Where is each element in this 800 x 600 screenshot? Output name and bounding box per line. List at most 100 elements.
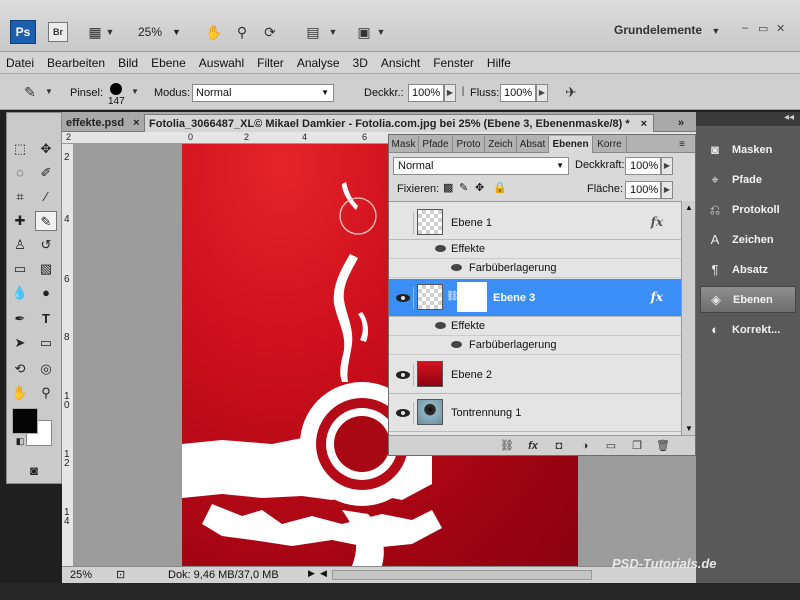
3d-rotate-tool-icon[interactable]: ⟲ bbox=[9, 359, 31, 379]
gradient-tool-icon[interactable]: ▧ bbox=[35, 259, 57, 279]
brush-tool-icon[interactable]: ✎ bbox=[35, 211, 57, 231]
link-layers-icon[interactable]: ⛓ bbox=[499, 439, 515, 453]
lock-transparency-icon[interactable]: ▩ bbox=[443, 181, 453, 194]
zoom-level-dropdown[interactable]: 25% ▼ bbox=[128, 22, 184, 42]
eye-icon[interactable] bbox=[435, 245, 446, 252]
delete-layer-icon[interactable]: 🗑 bbox=[655, 439, 671, 453]
chevron-down-icon[interactable]: ▼ bbox=[376, 22, 386, 42]
eraser-tool-icon[interactable]: ▭ bbox=[9, 259, 31, 279]
minimize-button[interactable]: – bbox=[742, 22, 748, 34]
visibility-toggle[interactable] bbox=[392, 402, 414, 424]
airbrush-icon[interactable]: ✈ bbox=[560, 82, 582, 102]
type-tool-icon[interactable]: T bbox=[35, 309, 57, 329]
tab-adjustments[interactable]: Korre bbox=[593, 136, 627, 153]
lock-pixels-icon[interactable]: ✎ bbox=[459, 181, 468, 194]
opacity-field[interactable]: 100% bbox=[408, 84, 444, 102]
visibility-toggle[interactable] bbox=[392, 212, 414, 234]
path-selection-tool-icon[interactable]: ➤ bbox=[9, 333, 31, 353]
pen-tool-icon[interactable]: ✒ bbox=[9, 309, 31, 329]
fx-icon[interactable]: fx bbox=[651, 215, 663, 229]
collapse-dock-icon[interactable]: ◂◂ bbox=[696, 112, 800, 126]
blend-mode-dropdown[interactable]: Normal ▼ bbox=[393, 157, 569, 175]
chevron-down-icon[interactable]: ▼ bbox=[104, 22, 116, 42]
effects-row[interactable]: Effekte bbox=[389, 240, 681, 259]
tab-history[interactable]: Proto bbox=[453, 136, 485, 153]
scroll-left-icon[interactable]: ◀ bbox=[320, 568, 327, 579]
crop-tool-icon[interactable]: ⌗ bbox=[9, 187, 31, 207]
hand-tool-icon[interactable]: ✋ bbox=[9, 383, 31, 403]
chevron-down-icon[interactable]: ▼ bbox=[328, 22, 338, 42]
tab-layers[interactable]: Ebenen bbox=[549, 136, 593, 153]
view-extras-icon[interactable]: ▦ bbox=[84, 22, 106, 42]
layer-row-ebene-3[interactable]: ⛓ Ebene 3 fx bbox=[389, 279, 681, 317]
layer-row-ebene-1[interactable]: Ebene 1 fx bbox=[389, 206, 681, 240]
layer-mask-thumbnail[interactable] bbox=[457, 282, 487, 312]
menu-datei[interactable]: Datei bbox=[6, 56, 34, 70]
dock-item-paths[interactable]: ⌖ Pfade bbox=[700, 166, 796, 193]
menu-hilfe[interactable]: Hilfe bbox=[487, 56, 511, 70]
lasso-tool-icon[interactable]: ◌ bbox=[9, 163, 31, 183]
brush-tool-preset-icon[interactable]: ✎ bbox=[20, 82, 40, 102]
history-brush-tool-icon[interactable]: ↺ bbox=[35, 235, 57, 255]
dodge-tool-icon[interactable]: ● bbox=[35, 283, 57, 303]
opacity-slider-button[interactable]: ▶ bbox=[444, 84, 456, 102]
marquee-tool-icon[interactable]: ⬚ bbox=[9, 139, 31, 159]
brush-preview-icon[interactable] bbox=[110, 83, 122, 95]
new-adjustment-layer-icon[interactable]: ◑ bbox=[577, 439, 593, 453]
quick-mask-icon[interactable]: ◙ bbox=[23, 461, 45, 481]
scroll-up-icon[interactable]: ▲ bbox=[685, 203, 693, 212]
tab-paths[interactable]: Pfade bbox=[419, 136, 453, 153]
hand-tool-icon[interactable]: ✋ bbox=[204, 22, 224, 42]
flow-slider-button[interactable]: ▶ bbox=[536, 84, 548, 102]
menu-ansicht[interactable]: Ansicht bbox=[381, 56, 420, 70]
zoom-tool-icon[interactable]: ⚲ bbox=[35, 383, 57, 403]
layer-row-tontrennung-1[interactable]: Tontrennung 1 bbox=[389, 394, 681, 432]
3d-orbit-tool-icon[interactable]: ◎ bbox=[35, 359, 57, 379]
rectangle-tool-icon[interactable]: ▭ bbox=[35, 333, 57, 353]
layer-opacity-slider-button[interactable]: ▶ bbox=[661, 157, 673, 175]
tab-masks[interactable]: Mask bbox=[389, 136, 419, 153]
dock-item-character[interactable]: A Zeichen bbox=[700, 226, 796, 253]
eye-icon[interactable] bbox=[451, 264, 462, 271]
layer-row-ebene-2[interactable]: Ebene 2 bbox=[389, 356, 681, 394]
menu-analyse[interactable]: Analyse bbox=[297, 56, 340, 70]
effects-row[interactable]: Effekte bbox=[389, 317, 681, 336]
healing-brush-tool-icon[interactable]: ✚ bbox=[9, 211, 31, 231]
horizontal-scrollbar[interactable] bbox=[332, 570, 592, 580]
menu-fenster[interactable]: Fenster bbox=[433, 56, 474, 70]
eye-icon[interactable] bbox=[451, 341, 462, 348]
tab-effekte[interactable]: effekte.psd × bbox=[62, 114, 144, 132]
tab-character[interactable]: Zeich bbox=[485, 136, 517, 153]
effect-row-color-overlay[interactable]: Farbüberlagerung bbox=[389, 336, 681, 355]
layer-opacity-field[interactable]: 100% bbox=[625, 157, 661, 175]
status-menu-icon[interactable]: ⊡ bbox=[116, 568, 125, 581]
maximize-button[interactable]: ▭ bbox=[758, 22, 768, 35]
dock-item-history[interactable]: ⎌ Protokoll bbox=[700, 196, 796, 223]
new-group-icon[interactable]: ▭ bbox=[603, 439, 619, 453]
foreground-color-swatch[interactable] bbox=[12, 408, 38, 434]
clone-stamp-tool-icon[interactable]: ♙ bbox=[9, 235, 31, 255]
quick-selection-tool-icon[interactable]: ✐ bbox=[35, 163, 57, 183]
tab-fotolia[interactable]: Fotolia_3066487_XL© Mikael Damkier - Fot… bbox=[144, 114, 654, 132]
eye-icon[interactable] bbox=[435, 322, 446, 329]
close-icon[interactable]: × bbox=[641, 115, 647, 133]
menu-auswahl[interactable]: Auswahl bbox=[199, 56, 244, 70]
lock-all-icon[interactable]: 🔒 bbox=[493, 181, 507, 194]
add-layer-style-icon[interactable]: fx bbox=[525, 439, 541, 453]
new-layer-icon[interactable]: ❐ bbox=[629, 439, 645, 453]
chevron-down-icon[interactable]: ▼ bbox=[44, 82, 54, 102]
fill-field[interactable]: 100% bbox=[625, 181, 661, 199]
visibility-toggle[interactable] bbox=[392, 364, 414, 386]
fill-slider-button[interactable]: ▶ bbox=[661, 181, 673, 199]
fx-icon[interactable]: fx bbox=[651, 290, 663, 304]
menu-bild[interactable]: Bild bbox=[118, 56, 138, 70]
scroll-down-icon[interactable]: ▼ bbox=[685, 424, 693, 433]
zoom-tool-icon[interactable]: ⚲ bbox=[232, 22, 252, 42]
panel-menu-icon[interactable]: ≡ bbox=[671, 136, 693, 153]
tab-paragraph[interactable]: Absat bbox=[517, 136, 549, 153]
status-arrow-icon[interactable]: ▶ bbox=[308, 568, 315, 579]
status-zoom[interactable]: 25% bbox=[70, 569, 92, 581]
menu-filter[interactable]: Filter bbox=[257, 56, 284, 70]
rotate-view-icon[interactable]: ⟳ bbox=[260, 22, 280, 42]
blur-tool-icon[interactable]: 💧 bbox=[9, 283, 31, 303]
